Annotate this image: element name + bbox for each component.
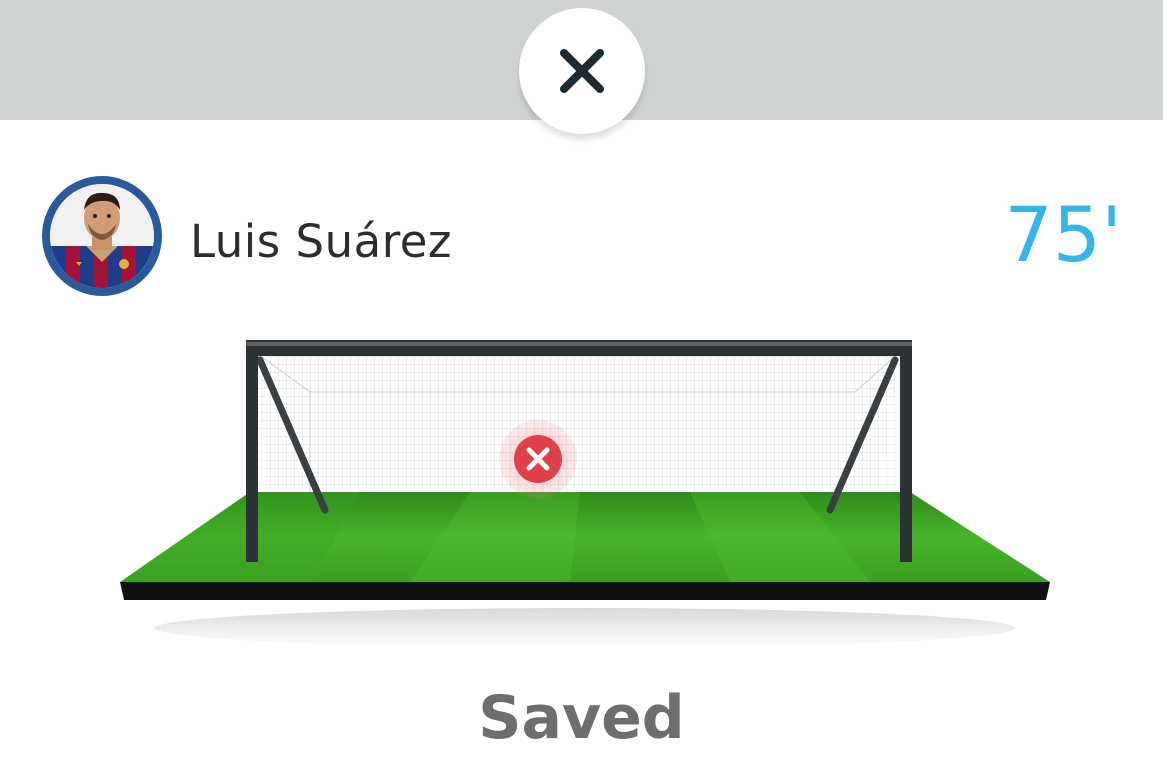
close-icon (560, 49, 604, 93)
close-holder (509, 0, 655, 152)
shot-marker[interactable] (499, 420, 577, 498)
shot-result: Saved (478, 683, 685, 753)
avatar-image (50, 184, 154, 288)
player-name: Luis Suárez (190, 215, 453, 268)
goal-illustration (120, 340, 1050, 648)
goal-scene (110, 332, 1060, 652)
close-button[interactable] (519, 8, 645, 134)
player-avatar[interactable] (42, 176, 162, 296)
player-row: Luis Suárez 75' (42, 176, 1122, 296)
event-minute: 75' (1004, 190, 1122, 279)
